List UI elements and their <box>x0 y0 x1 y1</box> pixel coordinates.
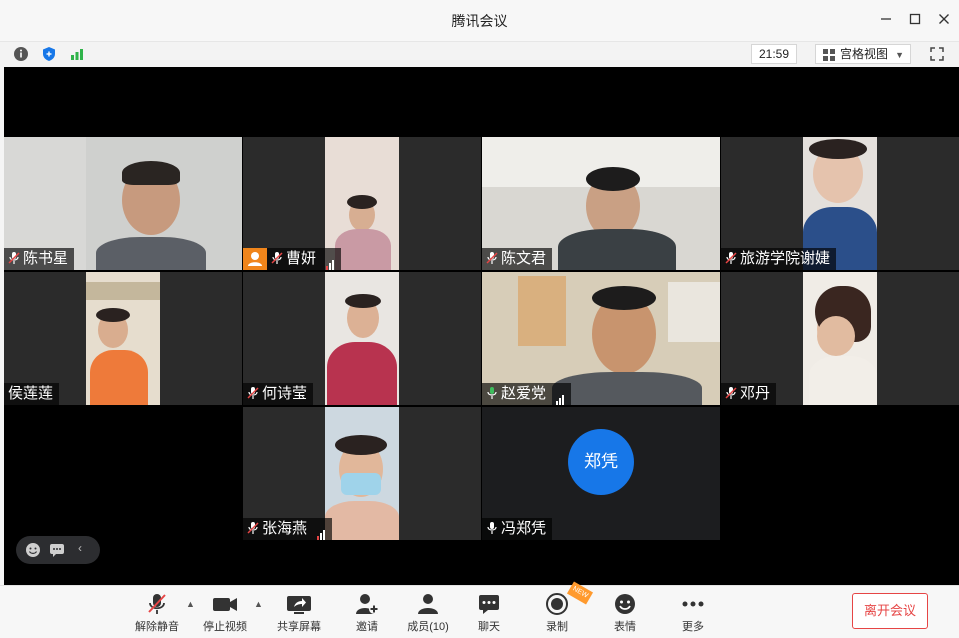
participant-name-tag: 陈书星 <box>4 248 75 270</box>
video-tile[interactable]: 何诗莹 <box>243 272 481 405</box>
reactions-button[interactable]: 表情 <box>597 592 653 634</box>
muted-mic-icon <box>247 522 259 534</box>
muted-mic-icon <box>8 252 20 264</box>
participant-name-tag: 邓丹 <box>721 383 777 405</box>
members-icon <box>400 592 456 616</box>
speaking-mic-icon <box>487 387 497 399</box>
chat-bubble-icon[interactable] <box>49 542 65 563</box>
more-dots-icon <box>665 592 721 616</box>
unmute-button[interactable]: 解除静音 <box>129 592 185 634</box>
weak-signal-icon <box>317 519 326 540</box>
muted-mic-icon <box>129 592 185 616</box>
video-tile[interactable]: 陈文君 <box>482 137 720 270</box>
video-tile[interactable]: 邓丹 <box>721 272 959 405</box>
share-screen-icon <box>271 592 327 616</box>
muted-mic-icon <box>725 252 737 264</box>
chevron-down-icon: ▼ <box>895 50 904 60</box>
host-user-icon <box>248 252 262 266</box>
window-title: 腾讯会议 <box>451 13 508 29</box>
members-button[interactable]: 成员(10) <box>400 592 456 634</box>
participant-video <box>86 137 242 270</box>
layout-view-label: 宫格视图 <box>840 47 889 61</box>
fullscreen-button[interactable] <box>929 46 945 62</box>
participant-video <box>325 407 399 540</box>
participant-name-tag: 赵爱党 <box>482 383 572 405</box>
video-grid: 陈书星 曹妍 陈文君 旅游学院谢婕 侯莲莲 何诗莹 赵爱党 邓丹 张海燕 郑凭 … <box>4 67 959 585</box>
title-bar: 腾讯会议 <box>0 0 959 42</box>
participant-name-tag: 曹妍 <box>267 248 342 270</box>
grid-view-icon <box>823 49 835 61</box>
security-shield-icon[interactable] <box>41 46 57 62</box>
layout-view-dropdown[interactable]: 宫格视图 ▼ <box>815 44 911 64</box>
participant-name-tag: 冯郑凭 <box>482 518 553 540</box>
participant-name-tag: 张海燕 <box>243 518 333 540</box>
chat-icon <box>461 592 517 616</box>
add-user-icon <box>339 592 395 616</box>
participant-video <box>803 272 877 405</box>
audio-options-caret[interactable]: ▲ <box>186 599 195 609</box>
video-tile-active-speaker[interactable]: 赵爱党 <box>482 272 720 405</box>
info-bar: 21:59 宫格视图 ▼ <box>0 42 959 67</box>
minimize-button[interactable] <box>876 10 896 30</box>
emoji-icon[interactable] <box>25 542 41 563</box>
participant-avatar: 郑凭 <box>568 429 634 495</box>
muted-mic-icon <box>271 252 283 264</box>
fullscreen-icon <box>930 47 944 61</box>
minimize-icon <box>881 18 891 20</box>
participant-video <box>86 272 160 405</box>
video-tile[interactable]: 郑凭 冯郑凭 <box>482 407 720 540</box>
muted-mic-icon <box>247 387 259 399</box>
floating-quick-bar: ‹ <box>16 536 100 564</box>
smile-icon <box>597 592 653 616</box>
muted-mic-icon <box>486 252 498 264</box>
invite-button[interactable]: 邀请 <box>339 592 395 634</box>
video-tile[interactable]: 侯莲莲 <box>4 272 242 405</box>
leave-meeting-button[interactable]: 离开会议 <box>852 593 928 629</box>
mic-icon <box>487 522 497 534</box>
weak-signal-icon <box>326 249 335 270</box>
participant-name-tag: 旅游学院谢婕 <box>721 248 837 270</box>
more-button[interactable]: 更多 <box>665 592 721 634</box>
video-tile[interactable]: 陈书星 <box>4 137 242 270</box>
close-button[interactable] <box>934 10 954 30</box>
video-tile[interactable]: 张海燕 <box>243 407 481 540</box>
meeting-window: 腾讯会议 21:59 宫格视图 ▼ 陈书星 曹妍 陈文君 旅游学院谢婕 侯莲莲 … <box>0 0 959 638</box>
participant-video <box>325 272 399 405</box>
signal-icon <box>556 384 565 405</box>
video-options-caret[interactable]: ▲ <box>254 599 263 609</box>
participant-name-tag: 侯莲莲 <box>4 383 60 405</box>
meeting-toolbar: 解除静音 ▲ 停止视频 ▲ 共享屏幕 邀请 成员(10) 聊天 录制 NEW 表… <box>0 581 959 638</box>
chat-button[interactable]: 聊天 <box>461 592 517 634</box>
collapse-chevron-icon[interactable]: ‹ <box>78 541 82 555</box>
video-camera-icon <box>197 592 253 616</box>
host-badge <box>243 248 267 270</box>
network-signal-icon[interactable] <box>69 46 85 62</box>
participant-name-tag: 何诗莹 <box>243 383 314 405</box>
video-tile[interactable]: 旅游学院谢婕 <box>721 137 959 270</box>
participant-name-tag: 陈文君 <box>482 248 553 270</box>
info-icon[interactable] <box>13 46 29 62</box>
meeting-clock: 21:59 <box>751 44 797 64</box>
video-tile[interactable]: 曹妍 <box>243 137 481 270</box>
stop-video-button[interactable]: 停止视频 <box>197 592 253 634</box>
share-screen-button[interactable]: 共享屏幕 <box>271 592 327 634</box>
maximize-icon <box>909 13 921 25</box>
muted-mic-icon <box>725 387 737 399</box>
maximize-button[interactable] <box>905 10 925 30</box>
close-icon <box>939 14 949 24</box>
